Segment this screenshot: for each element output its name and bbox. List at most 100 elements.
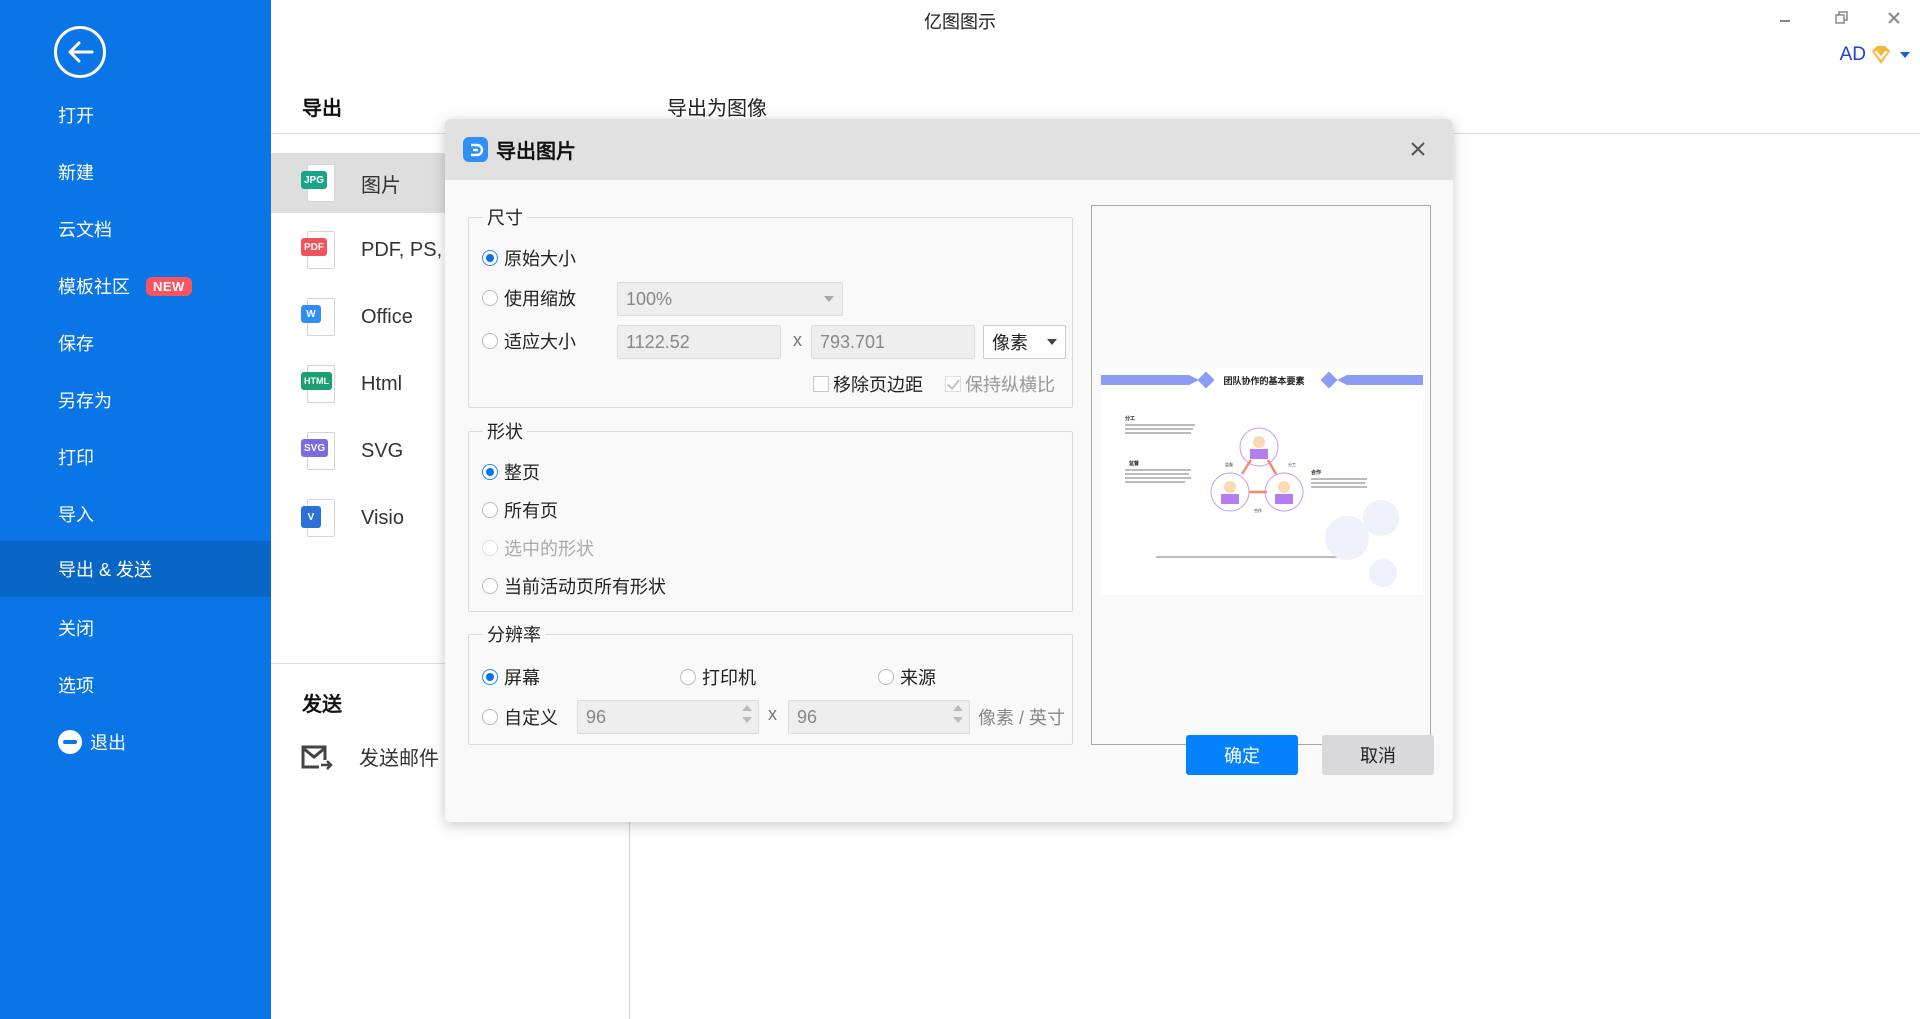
jpg-file-icon: JPG — [301, 164, 335, 202]
shape-legend: 形状 — [483, 418, 527, 444]
export-heading: 导出 — [302, 98, 342, 120]
radio-whole-page[interactable]: 整页 — [482, 459, 540, 485]
radio-label: 所有页 — [504, 501, 558, 521]
export-image-dialog: 导出图片 尺寸 原始大小 使用缩放 适应大小 100% 1122.52 x 79… — [445, 119, 1453, 822]
close-window-button[interactable] — [1874, 4, 1914, 32]
height-input[interactable]: 793.701 — [811, 325, 975, 359]
back-arrow-icon — [68, 41, 94, 63]
sidebar: 打开 新建 云文档 模板社区 NEW 保存 另存为 打印 导入 导出 & 发送 关… — [0, 0, 271, 1019]
sidebar-item-options[interactable]: 选项 — [0, 657, 271, 713]
mail-send-icon — [301, 745, 333, 770]
minimize-button[interactable] — [1765, 4, 1805, 32]
spin-arrows-icon[interactable] — [953, 705, 963, 723]
dpi-y-spinbox[interactable]: 96 — [788, 700, 970, 734]
pdf-file-icon: PDF — [301, 231, 335, 269]
ok-button[interactable]: 确定 — [1186, 735, 1298, 775]
svg-text:合作: 合作 — [1254, 507, 1262, 513]
sidebar-item-save[interactable]: 保存 — [0, 315, 271, 371]
radio-label: 整页 — [504, 463, 540, 483]
width-input[interactable]: 1122.52 — [617, 325, 781, 359]
width-value: 1122.52 — [626, 331, 690, 352]
radio-label: 来源 — [900, 668, 936, 688]
dpi-y-value: 96 — [797, 706, 818, 727]
dpi-unit: 像素 / 英寸 — [978, 708, 1066, 728]
word-file-icon: W — [301, 298, 335, 336]
preview-diagram: 团队协作的基本要素 分工 监督 合作 监督 分工 合作 — [1101, 371, 1423, 587]
radio-original-size[interactable]: 原始大小 — [482, 245, 576, 271]
svg-text:合作: 合作 — [1310, 469, 1321, 476]
sidebar-item-cloud-docs[interactable]: 云文档 — [0, 201, 271, 257]
dialog-titlebar[interactable]: 导出图片 — [445, 119, 1453, 180]
chevron-down-icon — [1047, 339, 1057, 345]
user-account-menu[interactable]: AD — [1840, 44, 1910, 66]
sidebar-item-label: 打印 — [58, 448, 94, 468]
sidebar-item-label: 新建 — [58, 163, 94, 183]
sidebar-item-label: 导出 & 发送 — [58, 560, 153, 580]
radio-printer[interactable]: 打印机 — [680, 664, 756, 690]
sidebar-item-label: 另存为 — [58, 391, 112, 411]
sidebar-item-template-community[interactable]: 模板社区 NEW — [0, 258, 271, 314]
unit-select[interactable]: 像素 — [983, 325, 1066, 359]
app-logo-icon — [463, 137, 488, 162]
zoom-value: 100% — [626, 288, 673, 309]
sidebar-item-save-as[interactable]: 另存为 — [0, 372, 271, 428]
sidebar-item-label: 关闭 — [58, 619, 94, 639]
radio-label: 屏幕 — [504, 668, 540, 688]
sidebar-item-print[interactable]: 打印 — [0, 429, 271, 485]
radio-source[interactable]: 来源 — [878, 664, 936, 690]
preview-title: 团队协作的基本要素 — [1223, 375, 1304, 386]
radio-label: 打印机 — [702, 668, 756, 688]
sidebar-item-label: 云文档 — [58, 220, 112, 240]
sidebar-item-label: 打开 — [58, 106, 94, 126]
radio-screen[interactable]: 屏幕 — [482, 664, 540, 690]
dpi-x-value: 96 — [586, 706, 607, 727]
sidebar-item-label: 模板社区 — [58, 277, 130, 297]
sidebar-item-import[interactable]: 导入 — [0, 486, 271, 542]
exit-icon — [58, 730, 82, 754]
radio-selected-shapes[interactable]: 选中的形状 — [482, 535, 594, 561]
new-badge: NEW — [146, 276, 192, 296]
resolution-legend: 分辨率 — [483, 621, 545, 647]
format-label: Visio — [361, 506, 404, 529]
user-name: AD — [1839, 44, 1866, 65]
sidebar-item-label: 导入 — [58, 505, 94, 525]
radio-fit-size[interactable]: 适应大小 — [482, 328, 576, 354]
remove-margin-checkbox[interactable]: 移除页边距 — [813, 371, 923, 397]
svg-text:监督: 监督 — [1225, 461, 1233, 467]
send-heading: 发送 — [302, 694, 342, 716]
svg-file-icon: SVG — [301, 432, 335, 470]
format-label: 图片 — [361, 174, 401, 197]
radio-label: 适应大小 — [504, 332, 576, 352]
radio-current-page-shapes[interactable]: 当前活动页所有形状 — [482, 573, 666, 599]
app-title: 亿图图示 — [924, 12, 996, 32]
sidebar-item-label: 退出 — [90, 733, 126, 753]
sidebar-item-exit[interactable]: 退出 — [0, 714, 271, 770]
page-subtitle: 导出为图像 — [667, 98, 767, 120]
size-x-separator: x — [793, 330, 802, 350]
radio-custom[interactable]: 自定义 — [482, 704, 558, 730]
zoom-select[interactable]: 100% — [617, 282, 843, 316]
dialog-close-button[interactable] — [1403, 134, 1433, 164]
format-label: Html — [361, 372, 403, 395]
radio-use-zoom[interactable]: 使用缩放 — [482, 285, 576, 311]
svg-text:分工: 分工 — [1288, 461, 1296, 467]
cancel-button[interactable]: 取消 — [1322, 735, 1434, 775]
export-preview: 团队协作的基本要素 分工 监督 合作 监督 分工 合作 — [1091, 205, 1431, 745]
spin-arrows-icon[interactable] — [742, 705, 752, 723]
sidebar-item-open[interactable]: 打开 — [0, 87, 271, 143]
chevron-down-icon — [1900, 52, 1910, 58]
chevron-down-icon — [824, 296, 834, 302]
send-email-item[interactable]: 发送邮件 — [301, 742, 439, 771]
dpi-x-spinbox[interactable]: 96 — [577, 700, 759, 734]
dpi-x-separator: x — [768, 704, 777, 724]
sidebar-item-export-send[interactable]: 导出 & 发送 — [0, 541, 271, 597]
svg-text:分工: 分工 — [1125, 415, 1135, 422]
radio-label: 原始大小 — [504, 249, 576, 269]
close-icon — [1888, 12, 1900, 24]
sidebar-item-close[interactable]: 关闭 — [0, 600, 271, 656]
visio-file-icon: V — [301, 499, 335, 537]
sidebar-item-new[interactable]: 新建 — [0, 144, 271, 200]
radio-all-pages[interactable]: 所有页 — [482, 497, 558, 523]
keep-ratio-checkbox[interactable]: 保持纵横比 — [945, 371, 1055, 397]
restore-button[interactable] — [1822, 4, 1862, 32]
